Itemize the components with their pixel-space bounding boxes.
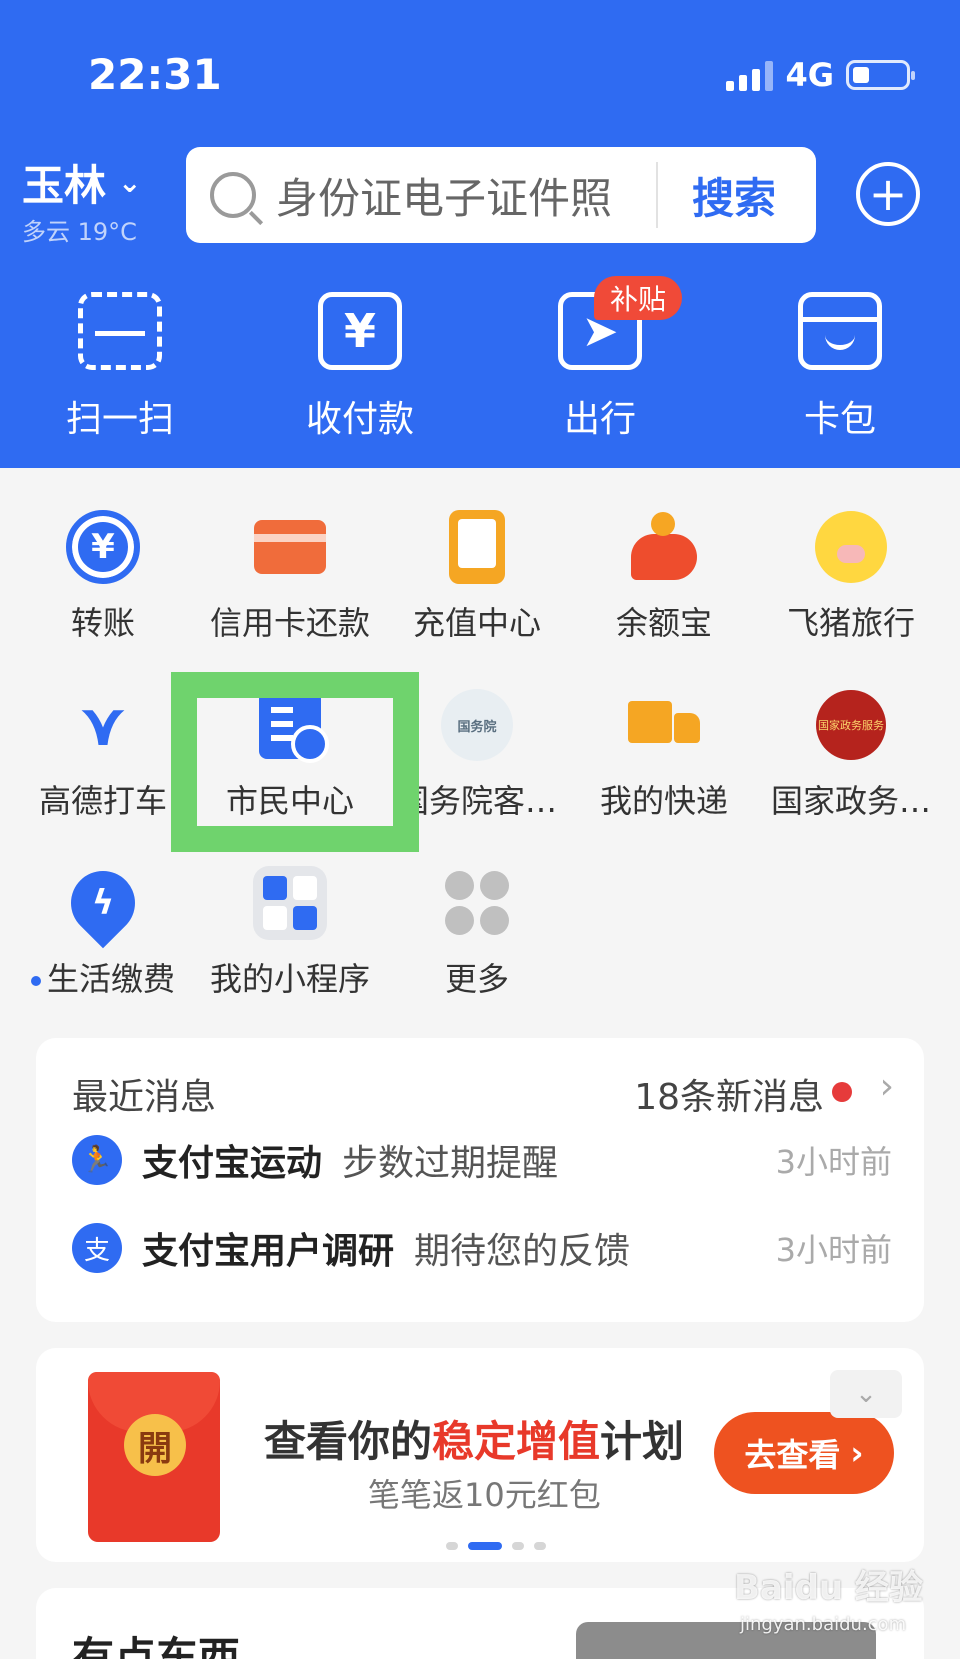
message-source: 支付宝运动 [142,1143,323,1184]
payment-action[interactable]: ¥ 收付款 [280,292,440,442]
carousel-pager [446,1542,546,1550]
promo-title-highlight: 稳定增值 [432,1417,601,1466]
fliggy-icon [815,511,887,583]
promo-subtitle: 笔笔返10元红包 [368,1476,601,1514]
alipay-icon: 支 [72,1223,122,1273]
card-wallet-action[interactable]: 卡包 [760,292,920,442]
search-icon [210,172,256,218]
grid-label: 高德打车 [38,782,167,820]
card-wallet-icon [798,292,882,370]
more-icon [445,871,509,935]
recent-messages-card[interactable]: 最近消息 18条新消息 › 🏃 支付宝运动 步数过期提醒 3小时前 支 支付宝用… [36,1038,924,1322]
new-dot [30,976,41,986]
chevron-right-icon: › [850,1434,864,1472]
grid-item-credit-card[interactable]: 信用卡还款 [195,510,385,644]
messages-title: 最近消息 [72,1077,217,1118]
view-button[interactable]: 去查看 › [714,1412,894,1494]
grid-label: 余额宝 [615,604,712,642]
grid-item-gov-service[interactable]: 国家政务服务 国家政务… [756,688,946,822]
grid-label: 我的小程序 [209,960,370,998]
grid-label: 飞猪旅行 [786,604,915,642]
pager-dot [512,1542,524,1550]
red-packet-icon: 開 [88,1372,220,1542]
pager-dot [446,1542,458,1550]
yuebao-icon [629,512,699,582]
network-label: 4G [785,56,834,94]
promo-title-pre: 查看你的 [264,1417,433,1466]
red-packet-coin: 開 [124,1414,186,1476]
promo-card[interactable]: 開 查看你的稳定增值计划 笔笔返10元红包 去查看 › ⌄ [36,1348,924,1562]
header: 22:31 4G 玉林 ⌄ 多云 19°C 身份证电子证件照 搜索 + 扫一扫 … [0,0,960,468]
grid-item-gaode[interactable]: ⋎ 高德打车 [8,688,198,822]
view-button-label: 去查看 [744,1436,841,1474]
grid-label: 更多 [444,960,509,998]
chevron-right-icon[interactable]: › [880,1066,894,1107]
signal-icon [726,59,774,91]
gaode-icon: ⋎ [78,690,128,760]
collapse-chevron-icon[interactable]: ⌄ [830,1370,902,1418]
state-council-icon: 国务院 [441,689,513,761]
grid-label: 充值中心 [412,604,541,642]
status-indicators: 4G [726,56,915,94]
gov-service-icon: 国家政务服务 [816,690,886,760]
card-wallet-label: 卡包 [803,399,876,440]
chevron-down-icon: ⌄ [118,166,142,199]
message-row[interactable]: 🏃 支付宝运动 步数过期提醒 3小时前 [72,1130,892,1190]
weather-label: 多云 19°C [22,218,137,246]
promo-title: 查看你的稳定增值计划 [264,1408,684,1469]
search-button[interactable]: 搜索 [658,165,816,226]
sport-icon: 🏃 [72,1135,122,1185]
grid-item-yuebao[interactable]: 余额宝 [569,510,759,644]
city-name: 玉林 [22,161,107,210]
express-icon [628,697,700,753]
subsidy-badge: 补贴 [594,276,683,320]
highlight-box [171,672,419,852]
utility-icon: ϟ [57,857,149,949]
grid-label: 国家政务… [770,782,931,820]
grid-item-utility[interactable]: ϟ 生活缴费 [8,857,198,1000]
payment-label: 收付款 [305,399,414,440]
travel-label: 出行 [563,399,636,440]
status-time: 22:31 [88,50,222,99]
scan-icon [78,292,162,370]
feed-title: 有点东西 [72,1633,241,1659]
message-source: 支付宝用户调研 [142,1231,395,1272]
watermark-url: jingyan.baidu.com [740,1614,907,1635]
messages-count[interactable]: 18条新消息 [634,1068,824,1120]
grid-label: 生活缴费 [46,960,175,998]
pager-dot-active [468,1542,502,1550]
grid-item-fliggy[interactable]: 飞猪旅行 [756,510,946,644]
message-text: 期待您的反馈 [414,1231,631,1272]
recharge-icon [449,510,505,584]
grid-item-express[interactable]: 我的快递 [569,688,759,822]
add-plus-icon[interactable]: + [856,162,920,226]
grid-item-recharge[interactable]: 充值中心 [382,510,572,644]
message-time: 3小时前 [775,1231,892,1269]
pager-dot [534,1542,546,1550]
grid-label: 我的快递 [599,782,728,820]
payment-icon: ¥ [318,292,402,370]
promo-title-post: 计划 [600,1417,685,1466]
search-bar[interactable]: 身份证电子证件照 搜索 [186,147,816,243]
scan-label: 扫一扫 [65,399,174,440]
scan-action[interactable]: 扫一扫 [40,292,200,442]
grid-item-mini-program[interactable]: 我的小程序 [195,866,385,1000]
city-selector[interactable]: 玉林 ⌄ [22,152,141,213]
mini-program-icon [253,866,327,940]
grid-label: 转账 [70,604,135,642]
transfer-icon: ¥ [66,510,140,584]
message-row[interactable]: 支 支付宝用户调研 期待您的反馈 3小时前 [72,1218,892,1278]
grid-item-more[interactable]: 更多 [382,866,572,1000]
unread-dot [832,1082,852,1102]
grid-item-transfer[interactable]: ¥ 转账 [8,510,198,644]
watermark-brand: Baidu 经验 [734,1568,923,1608]
grid-label: 信用卡还款 [209,604,370,642]
message-text: 步数过期提醒 [342,1143,559,1184]
credit-card-icon [254,520,326,574]
message-time: 3小时前 [775,1143,892,1181]
search-input[interactable]: 身份证电子证件照 [276,165,656,226]
battery-icon [846,60,915,90]
